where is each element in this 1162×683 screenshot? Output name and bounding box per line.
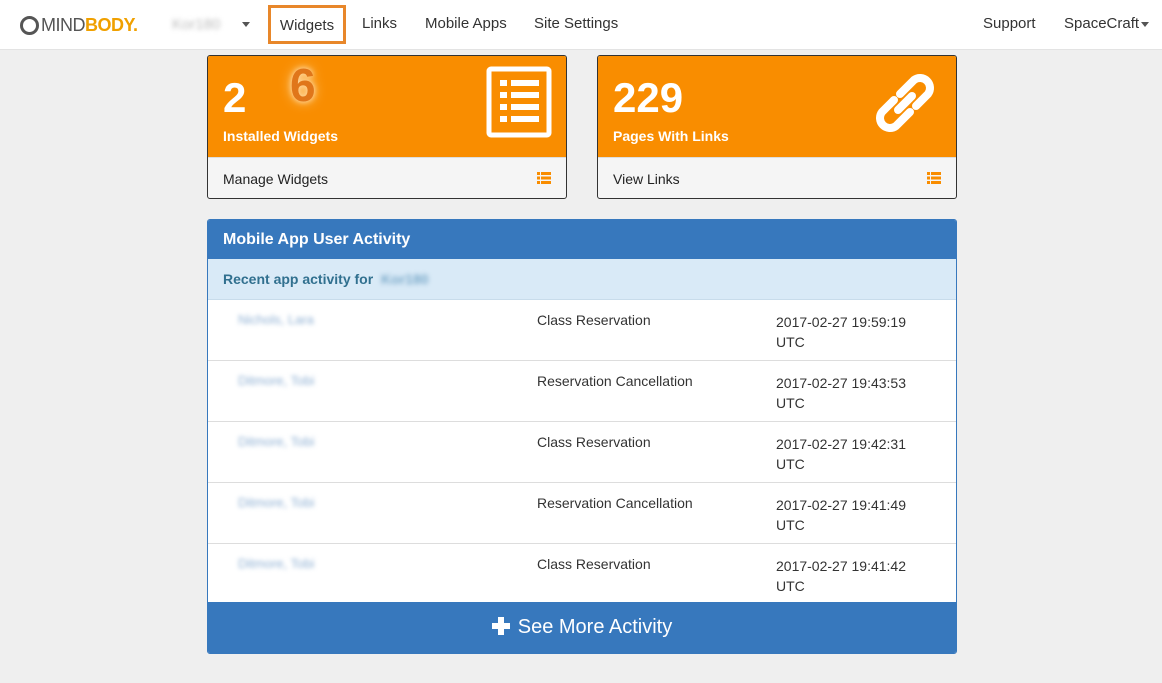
activity-user[interactable]: Ditmore, Tobi — [238, 495, 314, 510]
activity-time: 2017-02-27 19:42:31 UTC — [776, 436, 906, 472]
view-links-label: View Links — [613, 171, 680, 187]
activity-list: Nichols, Lara Class Reservation 2017-02-… — [208, 300, 956, 605]
site-switcher[interactable]: Kor180 — [172, 16, 220, 33]
account-caret-icon[interactable] — [1141, 22, 1149, 27]
activity-user[interactable]: Ditmore, Tobi — [238, 373, 314, 388]
list-small-icon — [537, 172, 551, 184]
activity-row: Nichols, Lara Class Reservation 2017-02-… — [208, 300, 956, 361]
logo-text-body: BODY. — [85, 14, 138, 35]
installed-widgets-count: 2 — [223, 74, 247, 121]
list-small-icon — [927, 172, 941, 184]
logo-ring-icon — [20, 15, 39, 35]
activity-user[interactable]: Ditmore, Tobi — [238, 434, 314, 449]
pages-with-links-label: Pages With Links — [613, 128, 729, 144]
panel-subtitle-site: Kor180 — [381, 271, 429, 287]
pages-with-links-summary: 229 Pages With Links — [598, 56, 956, 157]
installed-widgets-card: 2 Installed Widgets Manage Widgets — [207, 55, 567, 199]
activity-time: 2017-02-27 19:59:19 UTC — [776, 314, 906, 350]
plus-icon — [491, 617, 510, 635]
mindbody-logo[interactable]: MIND BODY. — [20, 14, 138, 36]
nav-widgets[interactable]: Widgets — [268, 5, 346, 44]
site-switcher-caret-icon[interactable] — [242, 22, 250, 27]
installed-widgets-summary: 2 Installed Widgets — [208, 56, 566, 157]
pages-with-links-count: 229 — [613, 74, 684, 121]
view-links-link[interactable]: View Links — [598, 157, 956, 198]
panel-subtitle-text: Recent app activity for — [223, 271, 374, 287]
nav-mobile-apps[interactable]: Mobile Apps — [425, 0, 507, 48]
panel-title: Mobile App User Activity — [208, 220, 956, 259]
activity-type: Class Reservation — [537, 556, 651, 572]
mobile-app-activity-panel: Mobile App User Activity Recent app acti… — [207, 219, 957, 654]
activity-time: 2017-02-27 19:41:42 UTC — [776, 558, 906, 594]
link-icon — [876, 74, 934, 132]
see-more-activity-button[interactable]: See More Activity — [208, 602, 956, 653]
nav-account-menu[interactable]: SpaceCraft — [1064, 0, 1139, 48]
list-icon — [486, 66, 552, 138]
installed-widgets-label: Installed Widgets — [223, 128, 339, 144]
activity-time: 2017-02-27 19:41:49 UTC — [776, 497, 906, 533]
nav-support[interactable]: Support — [983, 0, 1036, 48]
panel-subtitle: Recent app activity for Kor180 — [208, 259, 956, 300]
see-more-activity-label: See More Activity — [517, 616, 673, 638]
nav-links[interactable]: Links — [362, 0, 397, 48]
nav-site-settings[interactable]: Site Settings — [534, 0, 618, 48]
activity-row: Ditmore, Tobi Reservation Cancellation 2… — [208, 361, 956, 422]
activity-type: Class Reservation — [537, 312, 651, 328]
manage-widgets-label: Manage Widgets — [223, 171, 329, 187]
activity-row: Ditmore, Tobi Class Reservation 2017-02-… — [208, 422, 956, 483]
activity-type: Reservation Cancellation — [537, 495, 693, 511]
activity-type: Reservation Cancellation — [537, 373, 693, 389]
manage-widgets-link[interactable]: Manage Widgets — [208, 157, 566, 198]
logo-text-mind: MIND — [41, 14, 86, 35]
activity-user[interactable]: Ditmore, Tobi — [238, 556, 314, 571]
activity-row: Ditmore, Tobi Reservation Cancellation 2… — [208, 483, 956, 544]
activity-user[interactable]: Nichols, Lara — [238, 312, 314, 327]
activity-time: 2017-02-27 19:43:53 UTC — [776, 375, 906, 411]
pages-with-links-card: 229 Pages With Links View Links — [597, 55, 957, 199]
top-navbar: MIND BODY. Kor180 Widgets Links Mobile Ap… — [0, 0, 1162, 50]
activity-row: Ditmore, Tobi Class Reservation 2017-02-… — [208, 544, 956, 605]
activity-type: Class Reservation — [537, 434, 651, 450]
step-number-annotation: 6 — [290, 59, 316, 111]
